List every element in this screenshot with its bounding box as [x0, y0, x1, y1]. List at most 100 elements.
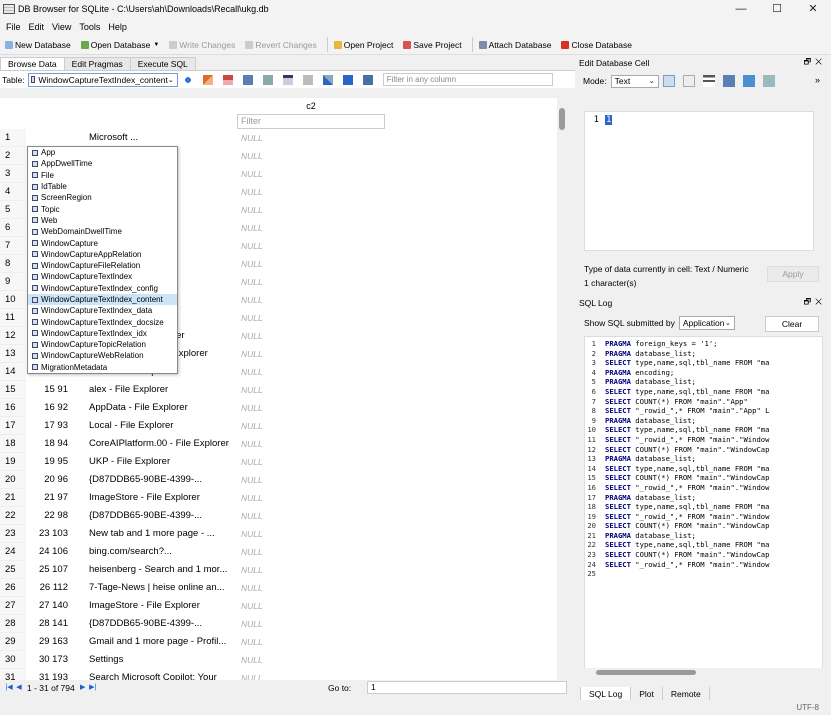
close-window-button[interactable]: ✕ [795, 0, 831, 18]
find-icon[interactable] [322, 74, 333, 85]
clear-log-button[interactable]: Clear [765, 316, 819, 332]
table-row[interactable]: 29 29 163 Gmail and 1 more page - Profil..… [0, 633, 567, 651]
cell-c1[interactable]: 26 112 [26, 579, 86, 597]
column-header-c2[interactable]: c2 [237, 98, 385, 114]
cell-c1[interactable]: 27 140 [26, 597, 86, 615]
menu-view[interactable]: View [48, 22, 75, 32]
cell-c2[interactable]: {D87DDB65-90BE-4399-... [86, 615, 237, 633]
cell-c1[interactable]: 17 93 [26, 417, 86, 435]
menu-file[interactable]: File [2, 22, 25, 32]
cell-c2[interactable]: UKP - File Explorer [86, 453, 237, 471]
row-number[interactable]: 6 [0, 219, 26, 237]
cell-c1[interactable]: 25 107 [26, 561, 86, 579]
table-row[interactable]: 16 16 92 AppData - File Explorer NULL [0, 399, 567, 417]
table-row[interactable]: 19 19 95 UKP - File Explorer NULL [0, 453, 567, 471]
dropdown-item[interactable]: Topic [28, 203, 177, 214]
table-row[interactable]: 27 27 140 ImageStore - File Explorer NULL [0, 597, 567, 615]
row-number[interactable]: 20 [0, 471, 26, 489]
cell-c1[interactable]: 20 96 [26, 471, 86, 489]
cell-c2[interactable]: {D87DDB65-90BE-4399-... [86, 507, 237, 525]
cell-c1[interactable]: 16 92 [26, 399, 86, 417]
write-changes-button[interactable]: Write Changes [166, 40, 242, 50]
cell-c2[interactable]: bing.com/search?... [86, 543, 237, 561]
next-page-icon[interactable]: ▶ [78, 683, 88, 693]
cell-c1[interactable]: 30 173 [26, 651, 86, 669]
cell-c1[interactable]: 29 163 [26, 633, 86, 651]
cell-c3[interactable]: NULL [237, 579, 385, 597]
menu-help[interactable]: Help [104, 22, 131, 32]
row-number[interactable]: 9 [0, 273, 26, 291]
dropdown-item[interactable]: WindowCaptureTextIndex_content [28, 293, 177, 306]
dropdown-item[interactable]: Web [28, 215, 177, 226]
word-wrap-icon[interactable] [682, 75, 695, 87]
table-row[interactable]: 1 Microsoft ... NULL [0, 129, 567, 147]
dropdown-item[interactable]: WindowCaptureTextIndex_idx [28, 328, 177, 339]
cell-c3[interactable]: NULL [237, 201, 385, 219]
cell-c3[interactable]: NULL [237, 507, 385, 525]
minimize-button[interactable]: — [723, 0, 759, 18]
table-row[interactable]: 26 26 112 7-Tage-News | heise online an...… [0, 579, 567, 597]
row-number[interactable]: 27 [0, 597, 26, 615]
cell-c3[interactable]: NULL [237, 165, 385, 183]
table-row[interactable]: 17 17 93 Local - File Explorer NULL [0, 417, 567, 435]
table-row[interactable]: 24 24 106 bing.com/search?... NULL [0, 543, 567, 561]
cell-c2[interactable]: Microsoft ... [86, 129, 237, 147]
scrollbar-thumb[interactable] [559, 108, 565, 130]
row-number[interactable]: 12 [0, 327, 26, 345]
save-filter-icon[interactable] [222, 74, 233, 85]
cell-c2[interactable]: 7-Tage-News | heise online an... [86, 579, 237, 597]
cell-c3[interactable]: NULL [237, 381, 385, 399]
cell-c3[interactable]: NULL [237, 183, 385, 201]
clear-filters-icon[interactable] [202, 74, 213, 85]
row-number[interactable]: 10 [0, 291, 26, 309]
print-icon[interactable] [242, 74, 253, 85]
insert-row-icon[interactable] [282, 74, 293, 85]
cell-c2[interactable]: ImageStore - File Explorer [86, 597, 237, 615]
scrollbar-thumb[interactable] [596, 670, 696, 675]
table-row[interactable]: 23 23 103 New tab and 1 more page - ... NUL… [0, 525, 567, 543]
cell-c2[interactable]: Settings [86, 651, 237, 669]
cell-c3[interactable]: NULL [237, 291, 385, 309]
revert-changes-button[interactable]: Revert Changes [242, 40, 323, 50]
cell-c3[interactable]: NULL [237, 147, 385, 165]
menu-tools[interactable]: Tools [75, 22, 104, 32]
cell-c2[interactable]: ImageStore - File Explorer [86, 489, 237, 507]
cell-c1[interactable]: 19 95 [26, 453, 86, 471]
cell-c3[interactable]: NULL [237, 471, 385, 489]
table-row[interactable]: 30 30 173 Settings NULL [0, 651, 567, 669]
row-number[interactable]: 15 [0, 381, 26, 399]
dropdown-item[interactable]: WindowCaptureTextIndex_docsize [28, 316, 177, 327]
cell-c3[interactable]: NULL [237, 651, 385, 669]
grid-vertical-scrollbar[interactable] [557, 98, 567, 684]
goto-input[interactable]: 1 [367, 681, 567, 694]
dock-controls[interactable]: 🗗✕ [804, 56, 831, 70]
row-number[interactable]: 18 [0, 435, 26, 453]
cell-c3[interactable]: NULL [237, 633, 385, 651]
cell-c3[interactable]: NULL [237, 399, 385, 417]
cell-c3[interactable]: NULL [237, 273, 385, 291]
set-null-icon[interactable] [762, 75, 775, 87]
cell-c1[interactable]: 21 97 [26, 489, 86, 507]
row-number[interactable]: 22 [0, 507, 26, 525]
cell-c1[interactable]: 23 103 [26, 525, 86, 543]
cell-c3[interactable]: NULL [237, 489, 385, 507]
table-row[interactable]: 28 28 141 {D87DDB65-90BE-4399-... NULL [0, 615, 567, 633]
cell-c1[interactable]: 22 98 [26, 507, 86, 525]
filter-icon[interactable] [362, 74, 373, 85]
column-filter-input[interactable]: Filter [237, 114, 385, 129]
cell-c2[interactable]: AppData - File Explorer [86, 399, 237, 417]
tab-edit-pragmas[interactable]: Edit Pragmas [63, 57, 131, 70]
row-number[interactable]: 1 [0, 129, 26, 147]
new-database-button[interactable]: New Database [2, 40, 78, 50]
export-icon[interactable] [742, 75, 755, 87]
maximize-button[interactable]: ☐ [759, 0, 795, 18]
auto-switch-icon[interactable] [662, 75, 675, 87]
tab-browse-data[interactable]: Browse Data [0, 57, 65, 70]
goto-label[interactable]: Go to: [328, 683, 351, 693]
menu-edit[interactable]: Edit [25, 22, 49, 32]
dropdown-item[interactable]: ScreenRegion [28, 192, 177, 203]
row-number[interactable]: 16 [0, 399, 26, 417]
sql-log-text[interactable]: 1 PRAGMA foreign_keys = '1'; 2 PRAGMA datab… [584, 336, 823, 678]
open-database-button[interactable]: Open Database ▼ [78, 40, 167, 50]
cell-c3[interactable]: NULL [237, 237, 385, 255]
